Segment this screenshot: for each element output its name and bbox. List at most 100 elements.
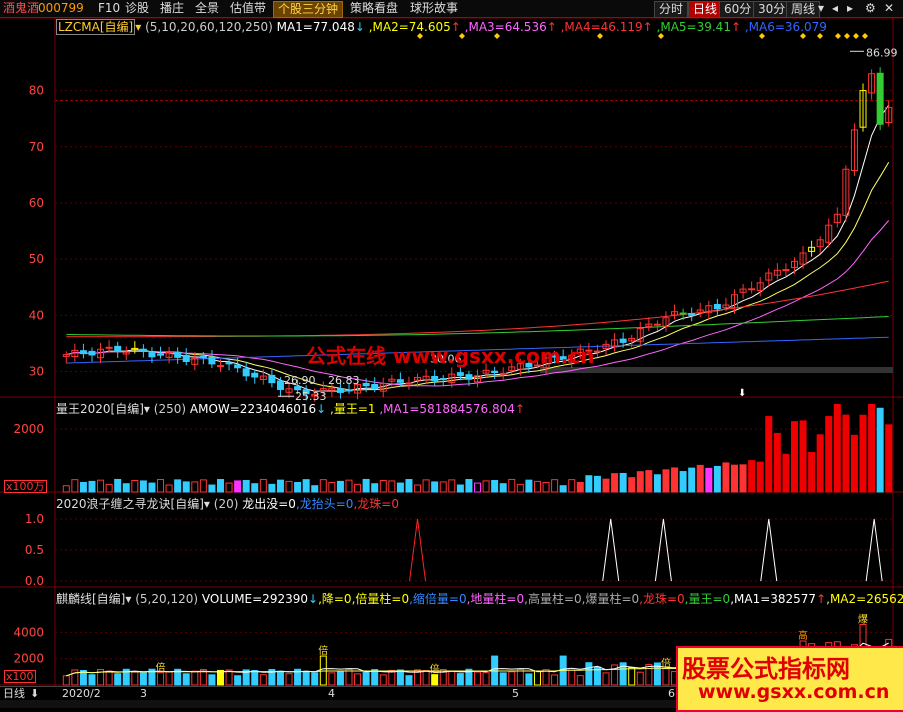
volume-king-panel: 2000 (13, 403, 893, 493)
qilin-volume-bar (157, 672, 165, 686)
tab-gegusanfenzhong[interactable]: 个股三分钟 (273, 1, 344, 18)
dragon-labels: 龙出没=0,龙抬头=0,龙珠=0 (242, 497, 399, 511)
period-label[interactable]: 日线 (3, 687, 25, 700)
chevron-down-icon[interactable]: ▾ (135, 20, 141, 34)
qilin-volume-bar (225, 669, 233, 686)
indicator-value-label: ,MA1=382577 (730, 592, 817, 606)
volume-bar (645, 470, 653, 493)
candle-body (225, 362, 233, 365)
volume-bar (97, 479, 105, 493)
indicator-value-label: AMOW=2234046016 (189, 402, 317, 416)
candle-body (593, 350, 601, 353)
qilin-volume-bar (542, 669, 550, 686)
volume-bar (114, 478, 122, 493)
volume-bar (268, 483, 276, 493)
candle-body (619, 338, 627, 343)
arrow-left-icon[interactable]: ◂ (832, 0, 838, 17)
dragon-title[interactable]: 2020浪子缠之寻龙诀[自编] (56, 497, 204, 511)
date-label-feb: 2020/2 (62, 687, 101, 700)
volume-bar (628, 477, 636, 493)
volume-mark: 倍 (430, 663, 440, 676)
gear-icon[interactable]: ⚙ (865, 0, 876, 17)
timeframe-rixian[interactable]: 日线 (688, 1, 723, 18)
volume-bar (465, 479, 473, 493)
signal-peak (654, 518, 672, 582)
menu-celue[interactable]: 策略看盘 (350, 0, 398, 17)
qilin-volume-bar (431, 674, 439, 686)
volume-bar (713, 465, 721, 493)
ma-labels: MA1=77.048↓ ,MA2=74.605↑ ,MA3=64.536↑ ,M… (277, 20, 827, 34)
menu-zhengu[interactable]: 诊股 (125, 0, 149, 17)
timeframe-30[interactable]: 30分 (753, 1, 791, 18)
menu-guzhidai[interactable]: 估值带 (230, 0, 266, 17)
indicator-value-label: VOLUME=292390 (201, 592, 308, 606)
arrow-up-icon: ↑ (450, 20, 461, 34)
ma-params: (5,10,20,60,120,250) (145, 20, 273, 34)
volume-bar (833, 403, 841, 493)
menu-gushi[interactable]: 球形故事 (410, 0, 458, 17)
candle-body (199, 355, 207, 359)
volume-bar (294, 481, 302, 493)
volume-bar (842, 414, 850, 493)
chevron-down-icon[interactable]: ▾ (144, 402, 150, 416)
arrow-down-icon: ↓ (308, 592, 319, 606)
timeframe-60[interactable]: 60分 (719, 1, 757, 18)
volume-mark: 倍 (156, 661, 166, 674)
volume-bar (328, 481, 336, 493)
candle-body (396, 379, 404, 383)
qilin-volume-bar (645, 664, 653, 686)
timeframe-fenshi[interactable]: 分时 (654, 1, 689, 18)
volume-bar (850, 434, 858, 493)
chevron-down-icon[interactable]: ▾ (125, 592, 131, 606)
volume-bar (148, 482, 156, 493)
vol1-params: (250) (153, 402, 187, 416)
close-icon[interactable]: ✕ (884, 0, 894, 17)
arrow-up-icon: ↑ (514, 402, 525, 416)
menu-bozhuang[interactable]: 播庄 (160, 0, 184, 17)
chevron-down-icon[interactable]: ▾ (818, 0, 824, 17)
candle-body (456, 372, 464, 376)
volume-mark: 倍 (661, 656, 671, 669)
candle-body (242, 368, 250, 377)
volume-bar (319, 479, 327, 493)
indicator-title[interactable]: LZCMA[自编] (56, 19, 136, 35)
menu-quanjing[interactable]: 全景 (195, 0, 219, 17)
arrow-down-icon: ↓ (354, 20, 365, 34)
volume-bar (388, 480, 396, 493)
volume-bar (653, 474, 661, 493)
volume-bar (782, 453, 790, 493)
qilin-volume-bar (662, 667, 670, 686)
volume-bar (533, 480, 541, 493)
volume-bar (722, 462, 730, 493)
timeframe-zhouxian[interactable]: 周线 (786, 1, 821, 18)
candle-body (148, 352, 156, 358)
qilin-volume-bar (302, 671, 310, 686)
arrow-down-icon: ⬇ (30, 687, 40, 700)
vol1-title[interactable]: 量王2020[自编] (56, 402, 144, 416)
qilin-volume-bar (388, 669, 396, 686)
annotation-mid-a: 26.90 (284, 374, 316, 387)
volume-bar (362, 478, 370, 493)
candle-body (174, 351, 182, 358)
qilin-title[interactable]: 麒麟线[自编] (56, 592, 125, 606)
candle-body (268, 374, 276, 384)
indicator-value-label: 龙出没=0 (242, 497, 296, 511)
indicator-value-label: ,MA2=74.605 (364, 20, 451, 34)
signal-arrow: ⬇ (738, 388, 746, 399)
indicator-value-label: MA1=77.048 (276, 20, 355, 34)
qilin-volume-bar (482, 672, 490, 686)
volume-bar (345, 479, 353, 493)
candle-body (208, 356, 216, 365)
menu-f10[interactable]: F10 (98, 0, 120, 17)
candle-body (157, 353, 165, 356)
candle-body (88, 350, 96, 356)
candle-body (465, 374, 473, 380)
volume-mark: 高 (798, 629, 808, 642)
stock-code: 000799 (38, 1, 84, 15)
chevron-down-icon[interactable]: ▾ (204, 497, 210, 511)
volume-bar (508, 478, 516, 493)
arrow-right-icon[interactable]: ▸ (847, 0, 853, 17)
volume-bar (311, 485, 319, 493)
volume-bar (379, 480, 387, 493)
indicator-value-label: ,量王=1 (326, 402, 376, 416)
